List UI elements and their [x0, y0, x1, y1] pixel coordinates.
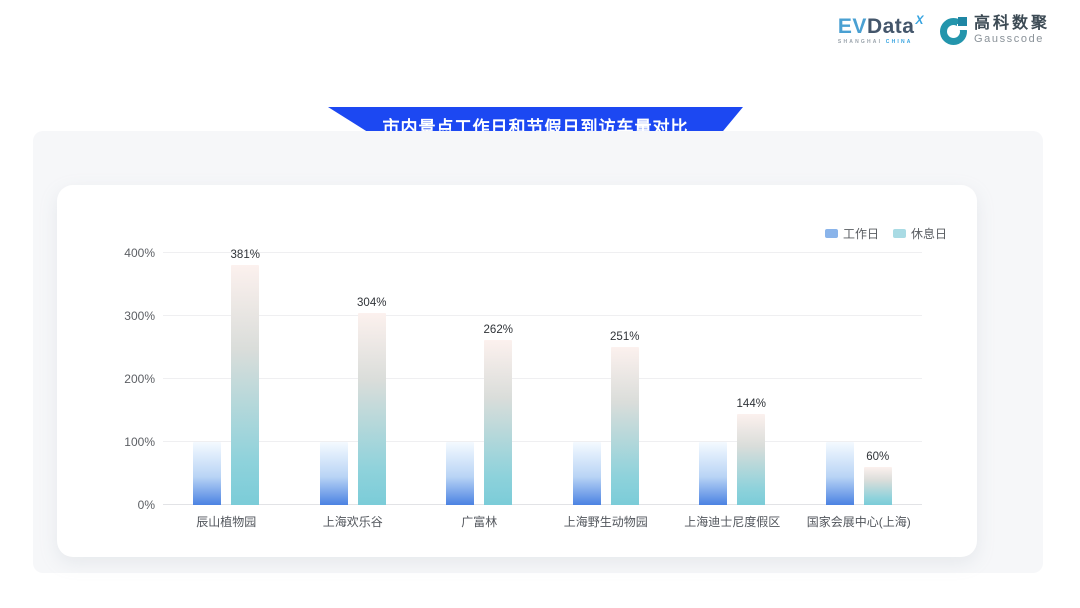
value-label-1: 304%: [357, 297, 386, 309]
evdata-logo-data: Data: [867, 16, 915, 37]
x-category-label-2: 广富林: [461, 513, 497, 530]
evdata-logo-wordmark: EVDataX: [838, 16, 924, 37]
y-tick-label: 200%: [124, 372, 155, 386]
evdata-sub-china: CHINA: [886, 39, 913, 45]
y-tick-label: 100%: [124, 435, 155, 449]
header-logos: EVDataX SHANGHAI CHINA 高科数聚 Gausscode: [838, 16, 1050, 45]
gausscode-logo: 高科数聚 Gausscode: [940, 16, 1050, 45]
x-category-label-5: 国家会展中心(上海): [807, 513, 911, 530]
legend-holiday-swatch-icon: [893, 229, 906, 238]
y-tick-label: 300%: [124, 309, 155, 323]
x-category-label-3: 上海野生动物园: [564, 513, 648, 530]
gridline: [163, 378, 922, 379]
bar-workday-0: [193, 442, 221, 505]
bar-workday-2: [446, 442, 474, 505]
gausscode-g-block: [958, 17, 967, 26]
legend-workday-swatch-icon: [825, 229, 838, 238]
bar-workday-4: [699, 442, 727, 505]
value-label-2: 262%: [484, 324, 513, 336]
value-label-0: 381%: [231, 249, 260, 261]
gridline: [163, 441, 922, 442]
x-category-label-1: 上海欢乐谷: [323, 513, 383, 530]
y-tick-label: 0%: [138, 498, 155, 512]
evdata-logo: EVDataX SHANGHAI CHINA: [838, 16, 924, 45]
x-category-label-4: 上海迪士尼度假区: [684, 513, 780, 530]
plot-area: 381% 304% 262% 251% 144% 60%: [163, 240, 922, 505]
bar-workday-5: [826, 442, 854, 505]
gausscode-name-en: Gausscode: [974, 34, 1050, 45]
bar-holiday-0: [231, 265, 259, 505]
bar-holiday-1: [358, 313, 386, 505]
page-root: EVDataX SHANGHAI CHINA 高科数聚 Gausscode 市内…: [0, 0, 1080, 608]
chart-card: 工作日 休息日 0%100%200%300%400% 381%304%262%2…: [57, 185, 977, 557]
gausscode-g-icon: [940, 17, 968, 45]
gridline: [163, 315, 922, 316]
y-axis: 0%100%200%300%400%: [85, 240, 155, 505]
value-label-3: 251%: [610, 331, 639, 343]
bar-holiday-4: [737, 414, 765, 505]
evdata-logo-x-icon: X: [915, 14, 924, 26]
evdata-sub-shanghai: SHANGHAI: [838, 39, 886, 45]
gridline: [163, 252, 922, 253]
value-label-4: 144%: [737, 398, 766, 410]
bar-workday-1: [320, 442, 348, 505]
bar-holiday-2: [484, 340, 512, 505]
gausscode-name-cn: 高科数聚: [974, 16, 1050, 32]
x-axis-line: [163, 504, 922, 505]
gausscode-logo-text: 高科数聚 Gausscode: [974, 16, 1050, 45]
y-tick-label: 400%: [124, 246, 155, 260]
x-axis-labels: 辰山植物园 上海欢乐谷 广富林 上海野生动物园 上海迪士尼度假区 国家会展中心(上海): [163, 513, 922, 533]
value-label-5: 60%: [866, 451, 889, 463]
bar-holiday-3: [611, 347, 639, 505]
evdata-logo-ev: EV: [838, 16, 867, 37]
bar-workday-3: [573, 442, 601, 505]
evdata-logo-subtext: SHANGHAI CHINA: [838, 40, 924, 45]
bar-holiday-5: [864, 467, 892, 505]
x-category-label-0: 辰山植物园: [196, 513, 256, 530]
